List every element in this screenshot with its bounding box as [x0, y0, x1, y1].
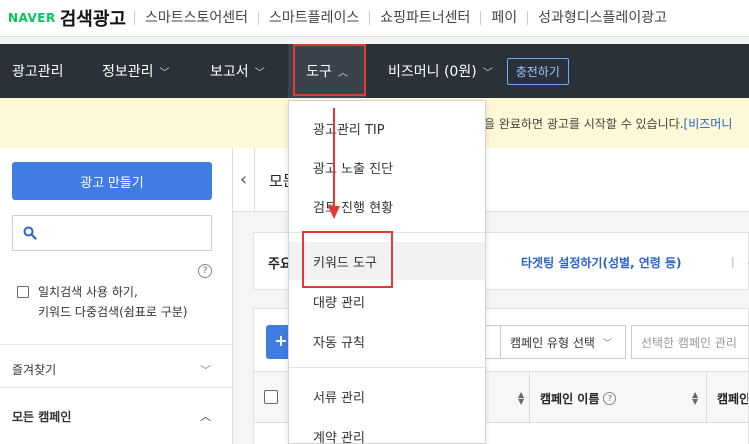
select-all-checkbox[interactable]: [264, 390, 278, 404]
nav-bizmoney[interactable]: 비즈머니 (0원) ﹀: [366, 44, 493, 98]
notice-message: 을 완료하면 광고를 시작할 수 있습니다.: [484, 117, 684, 131]
nav-ad-management[interactable]: 광고관리: [0, 44, 90, 98]
toplink-pay[interactable]: 페이: [480, 11, 527, 25]
column-campaign[interactable]: 캠페인: [706, 372, 749, 424]
create-ad-button[interactable]: 광고 만들기: [12, 162, 212, 200]
checkbox-label: 일치검색 사용 하기, 키워드 다중검색(쉼표로 구분): [38, 282, 187, 322]
nav-info-management[interactable]: 정보관리 ﹀: [90, 44, 198, 98]
campaign-type-select[interactable]: 캠페인 유형 선택 ﹀: [500, 325, 626, 359]
exact-match-checkbox[interactable]: [17, 286, 29, 298]
help-icon[interactable]: ?: [603, 391, 617, 405]
menu-item-contracts[interactable]: 계약 관리: [289, 417, 485, 444]
favorites-section[interactable]: 즐겨찾기: [12, 361, 56, 378]
separator: |: [731, 255, 735, 268]
divider: [289, 367, 485, 368]
checkbox-label-line1: 일치검색 사용 하기,: [38, 285, 138, 299]
bizmoney-link[interactable]: [비즈머니: [684, 117, 733, 131]
nav-tools[interactable]: 도구 ︿: [288, 44, 366, 98]
nav-label: 광고관리: [12, 64, 64, 80]
chevron-up-icon[interactable]: ︿: [200, 408, 211, 424]
tools-dropdown-menu: 광고관리 TIP 광고 노출 진단 검토 진행 현황 키워드 도구 대량 관리 …: [288, 100, 486, 444]
highlight-box: [293, 44, 366, 96]
toplink-smartstore[interactable]: 스마트스토어센터: [134, 11, 258, 25]
search-input[interactable]: [43, 226, 211, 240]
divider: [0, 344, 232, 345]
naver-logo[interactable]: NAVER: [8, 11, 56, 25]
nav-label: 보고서: [210, 64, 249, 80]
highlight-box: [302, 231, 393, 288]
nav-reports[interactable]: 보고서 ﹀: [198, 44, 288, 98]
top-brand-bar: NAVER 검색광고 스마트스토어센터 스마트플레이스 쇼핑파트너센터 페이 성…: [0, 0, 749, 37]
checkbox-label-line2: 키워드 다중검색(쉼표로 구분): [38, 305, 188, 319]
help-icon[interactable]: ?: [198, 264, 212, 278]
chevron-down-icon: ﹀: [602, 338, 612, 349]
menu-item-review-status[interactable]: 검토 진행 현황: [289, 187, 485, 225]
left-sidebar: 광고 만들기 ? 일치검색 사용 하기, 키워드 다중검색(쉼표로 구분) 즐겨…: [0, 148, 233, 444]
column-label: 캠페인 이름: [540, 391, 600, 406]
menu-item-documents[interactable]: 서류 관리: [289, 377, 485, 415]
select-label: 캠페인 유형 선택: [510, 335, 595, 350]
column-campaign-name[interactable]: 캠페인 이름 ?: [529, 372, 704, 424]
toplink-smartplace[interactable]: 스마트플레이스: [258, 11, 369, 25]
menu-item-ad-tip[interactable]: 광고관리 TIP: [289, 109, 485, 147]
search-icon: [23, 226, 37, 240]
nav-label: 정보관리: [102, 64, 154, 80]
menu-item-auto-rules[interactable]: 자동 규칙: [289, 322, 485, 360]
toplink-shopping-partner[interactable]: 쇼핑파트너센터: [369, 11, 480, 25]
sort-icon[interactable]: ▲ ▼: [518, 391, 524, 406]
charge-button[interactable]: 충전하기: [506, 57, 569, 85]
campaign-search[interactable]: [12, 215, 212, 251]
nav-label: 비즈머니 (0원): [388, 64, 477, 80]
column-label: 캠페인: [717, 391, 749, 406]
menu-item-exposure-diagnosis[interactable]: 광고 노출 진단: [289, 148, 485, 186]
collapse-sidebar-button[interactable]: ‹: [233, 148, 255, 212]
chevron-down-icon[interactable]: ﹀: [200, 362, 211, 378]
toplink-display-ads[interactable]: 성과형디스플레이광고: [527, 11, 677, 25]
notice-text: 을 완료하면 광고를 시작할 수 있습니다.[비즈머니: [484, 115, 732, 132]
product-title[interactable]: 검색광고: [60, 5, 126, 31]
chevron-down-icon: ﹀: [159, 67, 170, 79]
chevron-down-icon: ﹀: [482, 67, 493, 79]
selected-campaign-manage[interactable]: 선택한 캠페인 관리: [631, 325, 748, 359]
divider: [0, 387, 232, 388]
main-nav: 광고관리 정보관리 ﹀ 보고서 ﹀ 도구 ︿ 비즈머니 (0원) ﹀ 충전하기: [0, 44, 749, 98]
all-campaigns-section[interactable]: 모든 캠페인: [12, 408, 71, 425]
targeting-link[interactable]: 타겟팅 설정하기(성별, 연령 등): [521, 254, 682, 271]
sort-icon[interactable]: ▲ ▼: [692, 391, 698, 406]
chevron-down-icon: ﹀: [254, 67, 265, 79]
